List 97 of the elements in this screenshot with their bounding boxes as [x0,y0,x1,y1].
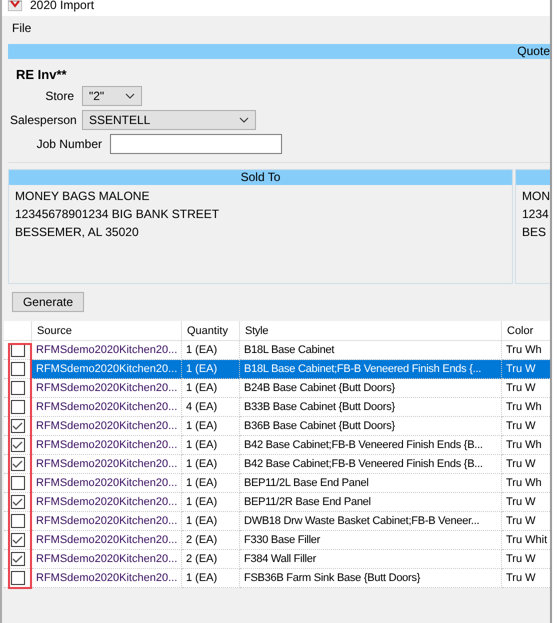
generate-button[interactable]: Generate [12,292,84,312]
table-cell: BEP11/2R Base End Panel [240,493,502,512]
job-number-field[interactable] [110,134,282,154]
table-cell: 2 (EA) [182,531,240,550]
table-cell: RFMSdemo2020Kitchen20... [32,398,182,417]
table-cell: Tru W [502,417,550,436]
table-cell: Tru Wh [502,398,550,417]
table-cell: B24B Base Cabinet {Butt Doors} [240,379,502,398]
checkbox[interactable] [10,457,24,471]
table-cell: 1 (EA) [182,360,240,379]
column-header[interactable]: Quantity [182,321,240,341]
table-cell: 1 (EA) [182,417,240,436]
checkbox[interactable] [10,438,24,452]
table-cell: DWB18 Drw Waste Basket Cabinet;FB-B Veneer... [240,512,502,531]
checkbox[interactable] [10,514,24,528]
salesperson-dropdown[interactable]: SSENTELL [82,110,256,130]
table-cell: 1 (EA) [182,436,240,455]
table-cell: Tru Whit [502,531,550,550]
address-line: BESSEMER, AL 35020 [14,224,140,241]
table-cell: RFMSdemo2020Kitchen20... [32,379,182,398]
table-cell: F330 Base Filler [240,531,502,550]
checkbox[interactable] [10,476,24,490]
table-cell: B36B Base Cabinet {Butt Doors} [240,417,502,436]
address-line: MONEY BAGS MALONE [14,188,150,205]
column-header[interactable]: Style [240,321,502,341]
field-label: Store [44,89,74,103]
table-cell: BEP11/2L Base End Panel [240,474,502,493]
checkbox[interactable] [10,419,24,433]
table-row[interactable]: RFMSdemo2020Kitchen20... 1 (EA) B18L Base Cabinet;FB-B Veneered Finish Ends {... Tru W [4,360,550,379]
table-row[interactable]: RFMSdemo2020Kitchen20... 1 (EA) FSB36B Farm Sink Base {Butt Doors} Tru W [4,569,550,588]
table-cell: RFMSdemo2020Kitchen20... [32,360,182,379]
table-row[interactable]: RFMSdemo2020Kitchen20... 2 (EA) F330 Base Filler Tru Whit [4,531,550,550]
column-header[interactable]: Color [502,321,550,341]
table-cell: FSB36B Farm Sink Base {Butt Doors} [240,569,502,588]
checkbox[interactable] [10,571,24,585]
table-row[interactable]: RFMSdemo2020Kitchen20... 4 (EA) B33B Base Cabinet {Butt Doors} Tru Wh [4,398,550,417]
checkbox[interactable] [10,362,24,376]
checkbox[interactable] [10,533,24,547]
store-dropdown[interactable]: "2" [82,86,142,106]
table-cell: 1 (EA) [182,379,240,398]
table-cell: 1 (EA) [182,474,240,493]
table-cell: B33B Base Cabinet {Butt Doors} [240,398,502,417]
table-row[interactable]: RFMSdemo2020Kitchen20... 1 (EA) B42 Base Cabinet;FB-B Veneered Finish Ends {B... Tru Wh [4,436,550,455]
table-cell: RFMSdemo2020Kitchen20... [32,436,182,455]
table-cell: RFMSdemo2020Kitchen20... [32,493,182,512]
chevron-icon [125,93,135,99]
table-cell: 1 (EA) [182,569,240,588]
menu-item[interactable]: File [4,19,40,37]
table-row[interactable]: RFMSdemo2020Kitchen20... 2 (EA) F384 Wall Filler Tru W [4,550,550,569]
quote-title: RE Inv** [16,67,68,82]
checkbox[interactable] [10,381,24,395]
table-cell: 1 (EA) [182,455,240,474]
table-cell: B18L Base Cabinet;FB-B Veneered Finish Ends {... [240,360,502,379]
table-cell: B42 Base Cabinet;FB-B Veneered Finish Ends {B... [240,436,502,455]
address-line: 12345678901234 BIG BANK STREET [14,206,220,223]
table-row[interactable]: RFMSdemo2020Kitchen20... 1 (EA) B42 Base Cabinet;FB-B Veneered Finish Ends {B... Tru W [4,455,550,474]
table-cell: RFMSdemo2020Kitchen20... [32,417,182,436]
table-cell: RFMSdemo2020Kitchen20... [32,455,182,474]
table-row[interactable]: RFMSdemo2020Kitchen20... 1 (EA) B24B Base Cabinet {Butt Doors} Tru W [4,379,550,398]
field-label: Job Number [36,137,102,151]
table-cell: Tru W [502,569,550,588]
table-row[interactable]: RFMSdemo2020Kitchen20... 1 (EA) B36B Base Cabinet {Butt Doors} Tru W [4,417,550,436]
table-row[interactable]: RFMSdemo2020Kitchen20... 1 (EA) BEP11/2L Base End Panel Tru Wh [4,474,550,493]
table-cell: RFMSdemo2020Kitchen20... [32,531,182,550]
table-row[interactable]: RFMSdemo2020Kitchen20... 1 (EA) BEP11/2R Base End Panel Tru W [4,493,550,512]
checkbox[interactable] [10,400,24,414]
table-cell: Tru W [502,379,550,398]
window-title: 2020 Import [30,0,94,12]
table-cell: Tru W [502,550,550,569]
table-cell: RFMSdemo2020Kitchen20... [32,569,182,588]
table-cell: RFMSdemo2020Kitchen20... [32,550,182,569]
table-cell: B42 Base Cabinet;FB-B Veneered Finish Ends {B... [240,455,502,474]
section-header [516,170,550,185]
table-cell: Tru W [502,512,550,531]
table-cell: 1 (EA) [182,512,240,531]
table-cell: Tru W [502,455,550,474]
address-line: 1234 [521,206,550,223]
field-label: Salesperson [10,113,74,127]
table-cell: RFMSdemo2020Kitchen20... [32,474,182,493]
table-cell: F384 Wall Filler [240,550,502,569]
section-header: Quote [8,44,550,59]
table-cell: Tru W [502,493,550,512]
table-cell: 2 (EA) [182,550,240,569]
address-line: MON [521,188,550,205]
address-line: BES [521,224,548,241]
table-cell: 4 (EA) [182,398,240,417]
table-cell: Tru W [502,360,550,379]
checkbox[interactable] [10,552,24,566]
table-cell: 1 (EA) [182,493,240,512]
table-cell: Tru Wh [502,474,550,493]
chevron-icon [239,117,249,123]
table-row[interactable]: RFMSdemo2020Kitchen20... 1 (EA) DWB18 Drw Waste Basket Cabinet;FB-B Veneer... Tru W [4,512,550,531]
table-cell: Tru Wh [502,436,550,455]
section-header: Sold To [9,170,512,185]
column-header[interactable]: Source [32,321,182,341]
table-cell: RFMSdemo2020Kitchen20... [32,512,182,531]
checkbox[interactable] [10,495,24,509]
